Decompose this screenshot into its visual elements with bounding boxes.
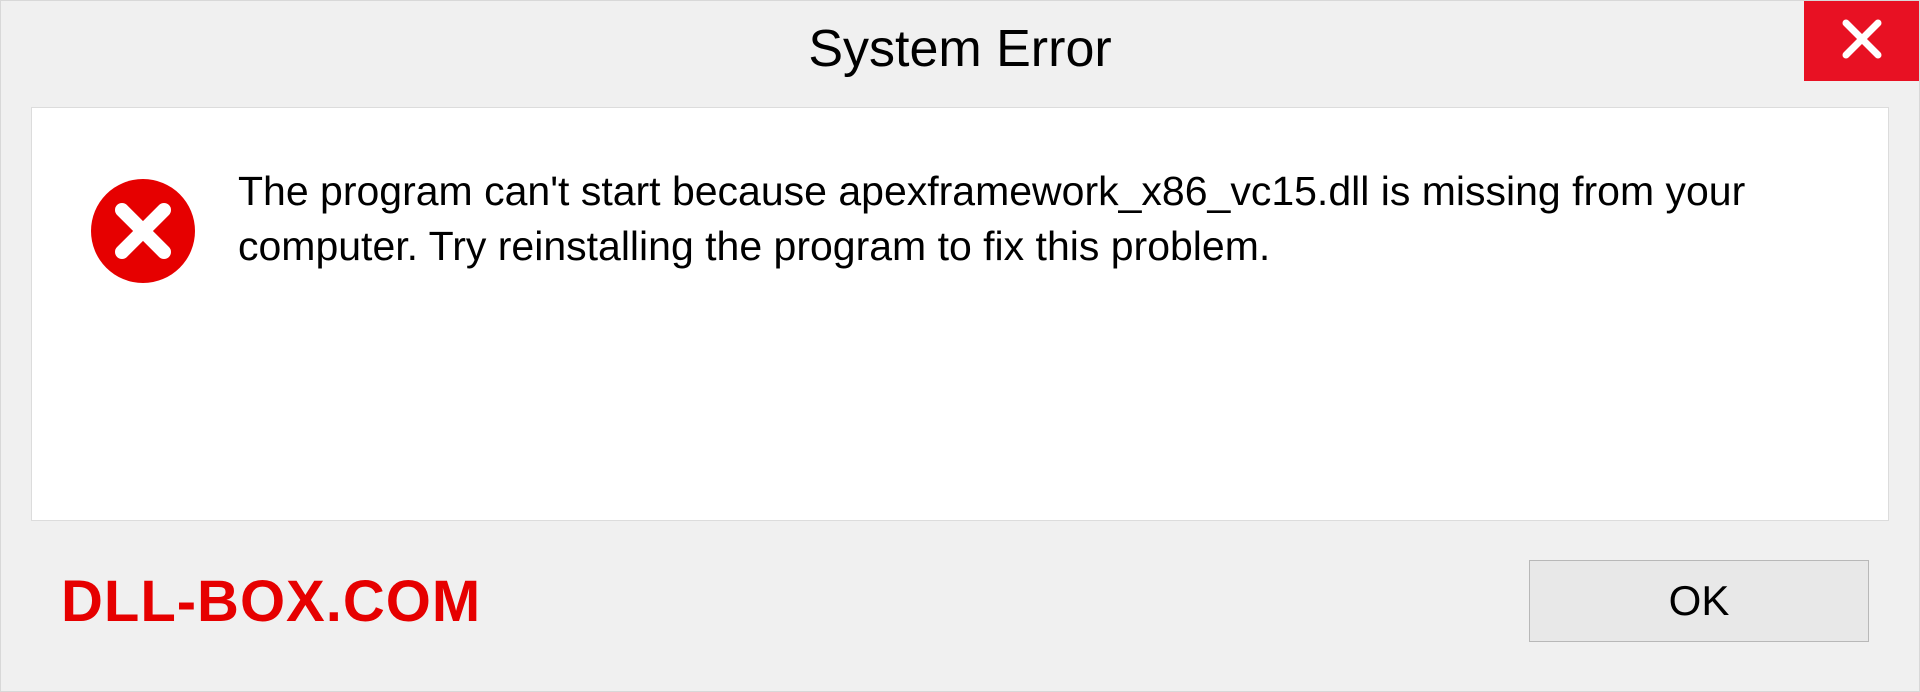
- close-icon: [1840, 17, 1884, 66]
- dialog-title: System Error: [808, 19, 1111, 79]
- content-panel: The program can't start because apexfram…: [31, 107, 1889, 521]
- ok-button[interactable]: OK: [1529, 560, 1869, 642]
- close-button[interactable]: [1804, 1, 1919, 81]
- error-dialog: System Error The program can't start bec…: [0, 0, 1920, 692]
- dialog-footer: DLL-BOX.COM OK: [1, 521, 1919, 691]
- error-message: The program can't start because apexfram…: [238, 164, 1832, 275]
- titlebar: System Error: [1, 1, 1919, 97]
- error-icon: [88, 176, 198, 286]
- watermark-text: DLL-BOX.COM: [61, 568, 481, 635]
